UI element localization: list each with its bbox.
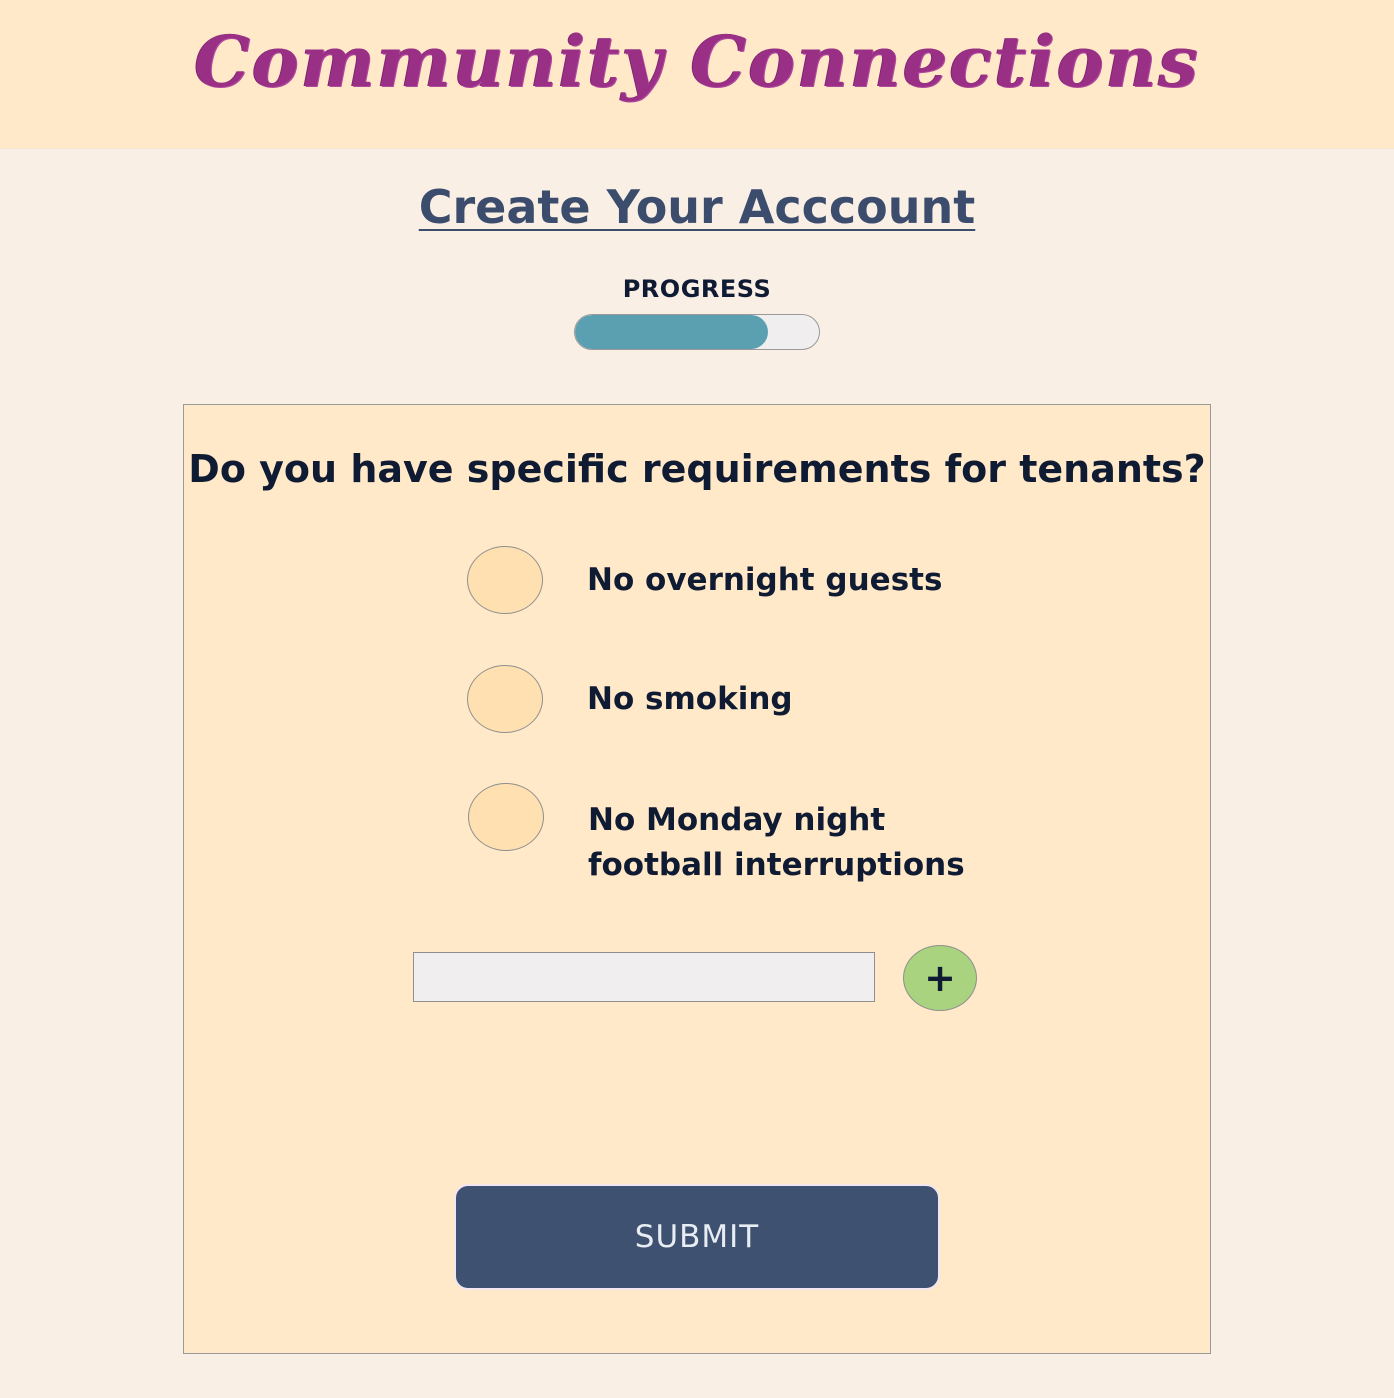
question-card: Do you have specific requirements for te… [183, 404, 1211, 1354]
custom-requirement-input[interactable] [413, 952, 875, 1002]
plus-icon: + [924, 956, 956, 1000]
option-label: No overnight guests [587, 562, 943, 598]
option-radio[interactable] [467, 665, 543, 733]
question-heading: Do you have specific requirements for te… [188, 447, 1206, 491]
progress-bar [574, 314, 820, 350]
header-banner: Community Connections [0, 0, 1394, 149]
option-label: No Monday night football interruptions [588, 802, 965, 883]
option-radio[interactable] [468, 783, 544, 851]
progress-bar-fill [575, 315, 768, 349]
submit-button-label: SUBMIT [634, 1219, 760, 1255]
add-requirement-button[interactable]: + [903, 945, 977, 1011]
option-label: No smoking [587, 681, 793, 717]
option-radio[interactable] [467, 546, 543, 614]
submit-button[interactable]: SUBMIT [454, 1184, 940, 1290]
page-title: Create Your Acccount [0, 180, 1394, 234]
page-title-text: Create Your Acccount [418, 180, 976, 234]
page: Community Connections Create Your Acccou… [0, 0, 1394, 1398]
progress-label: PROGRESS [622, 275, 772, 303]
brand-logo: Community Connections [194, 20, 1200, 103]
